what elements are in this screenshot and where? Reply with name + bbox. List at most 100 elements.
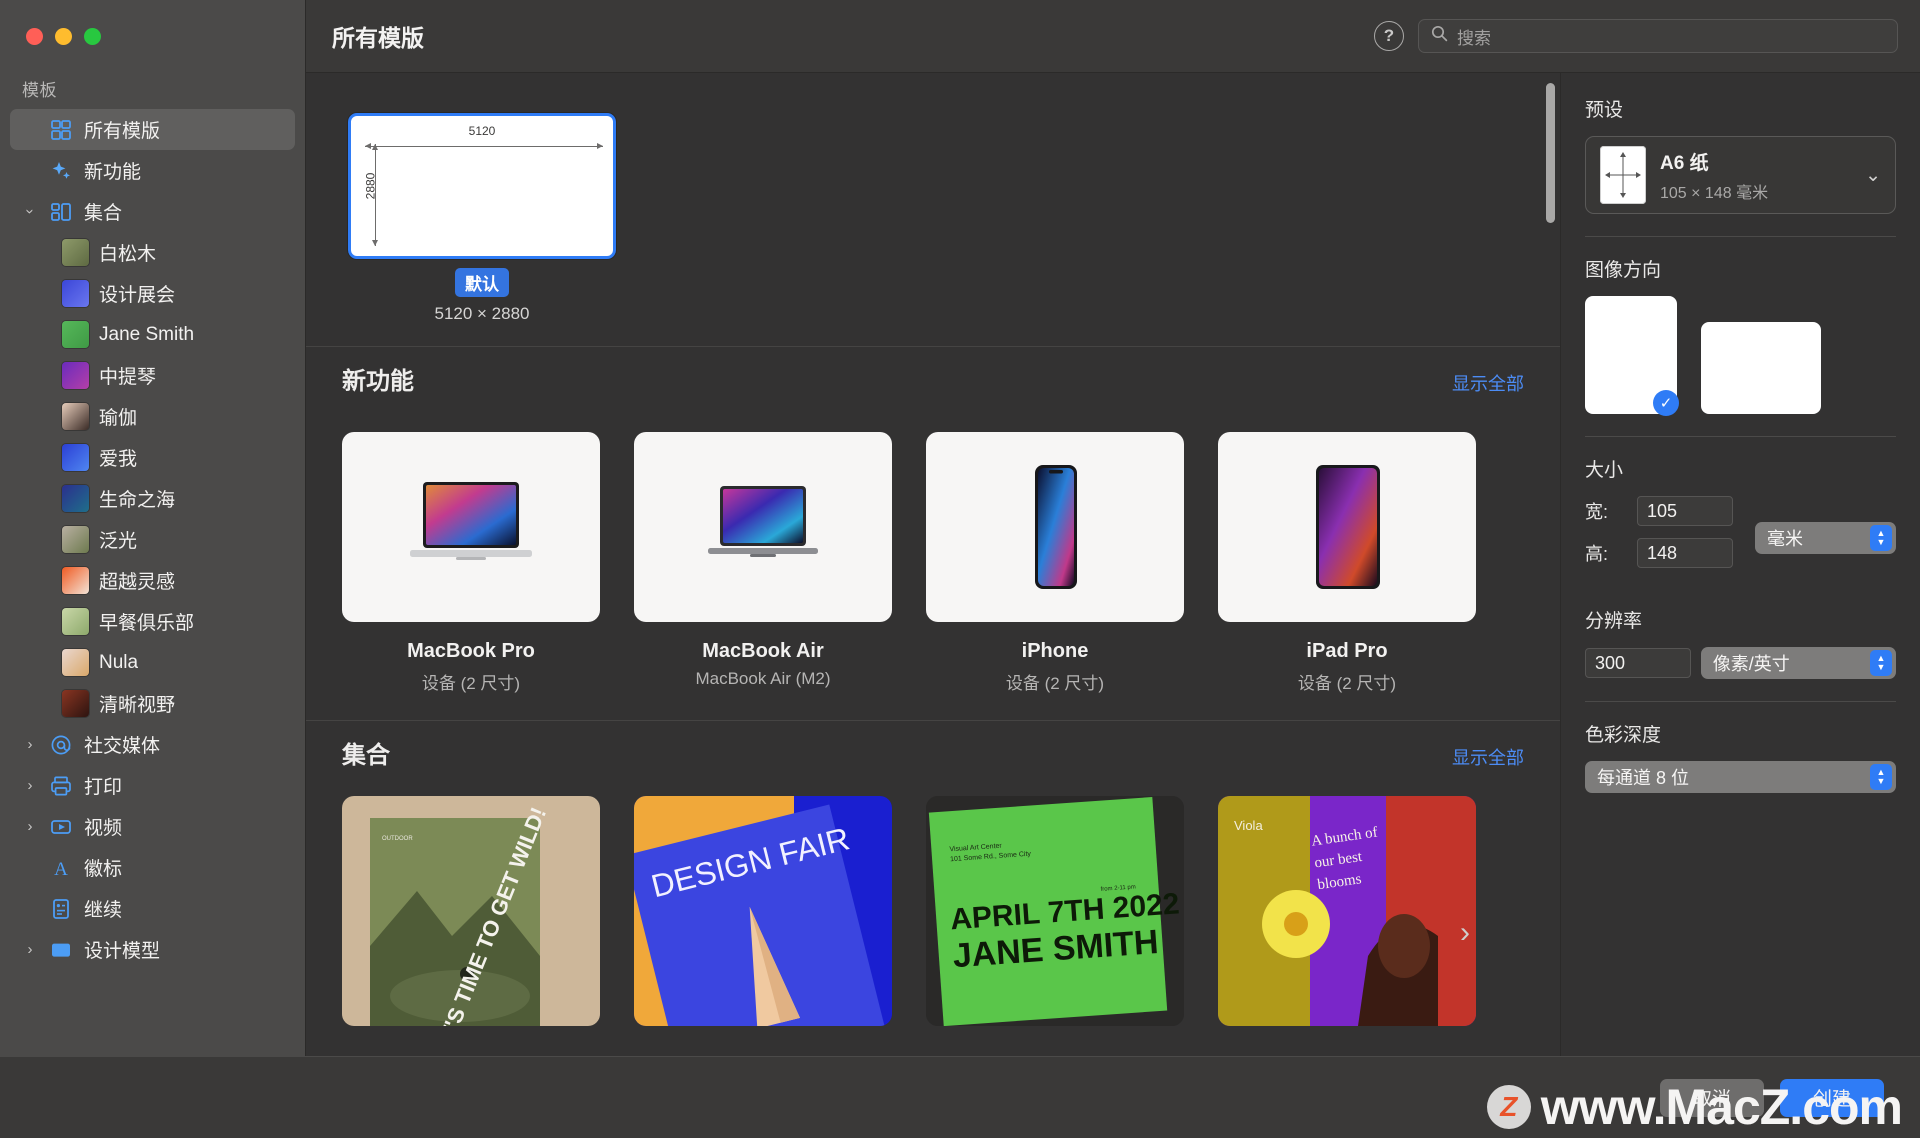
preset-selector[interactable]: A6 纸 105 × 148 毫米 ⌄ (1585, 136, 1896, 214)
orientation-portrait[interactable]: ✓ (1585, 296, 1679, 416)
stepper-icon[interactable]: ▲ ▼ (1870, 525, 1892, 551)
sidebar-item-11[interactable]: ›超越灵感 (10, 560, 295, 601)
chevron-right-icon[interactable]: › (1460, 916, 1470, 950)
sidebar-item-3[interactable]: ›白松木 (10, 232, 295, 273)
search-field[interactable]: 搜索 (1418, 19, 1898, 53)
section-header-new: 新功能 显示全部 (306, 346, 1560, 396)
collection-card[interactable]: Viola A bunch of our best blooms › (1218, 796, 1476, 1026)
show-all-link[interactable]: 显示全部 (1452, 370, 1524, 396)
size-label: 大小 (1585, 460, 1624, 481)
paper-size-icon (1600, 146, 1646, 204)
sidebar-item-1[interactable]: ›新功能 (10, 150, 295, 191)
collection-card[interactable]: OUTDOOR IT'S TIME TO GET WILD! (342, 796, 600, 1026)
card-subtitle: 设备 (2 尺寸) (421, 674, 521, 693)
watermark-logo-icon: Z (1486, 1085, 1531, 1129)
main-area: 所有模版 ? 搜索 5120 2880 默认 5120 × 2880 新功能 显… (306, 0, 1920, 1056)
template-card[interactable]: MacBook Air MacBook Air (M2) (634, 432, 892, 694)
card-thumbnail (926, 432, 1184, 622)
chevron-right-icon[interactable]: › (22, 818, 38, 835)
template-card[interactable]: MacBook Pro 设备 (2 尺寸) (342, 432, 600, 694)
color-depth-value: 每通道 8 位 (1597, 768, 1690, 788)
size-fields: 宽: 105 高: 148 毫米 ▲ ▼ (1585, 496, 1896, 580)
gallery-scroll[interactable]: 5120 2880 默认 5120 × 2880 新功能 显示全部 MacBoo… (306, 73, 1560, 1056)
sidebar-item-14[interactable]: ›清晰视野 (10, 683, 295, 724)
minimize-button[interactable] (55, 27, 72, 45)
sidebar-item-label: 中提琴 (99, 367, 157, 388)
sidebar-item-15[interactable]: › 社交媒体 (10, 724, 295, 765)
stepper-icon[interactable]: ▲ ▼ (1870, 650, 1892, 676)
sidebar-item-label: 早餐俱乐部 (99, 613, 195, 634)
divider (1585, 701, 1896, 702)
collection-card[interactable]: Visual Art Center 101 Some Rd., Some Cit… (926, 796, 1184, 1026)
section-title: 集合 (342, 742, 390, 769)
sidebar-item-17[interactable]: › 视频 (10, 806, 295, 847)
template-card[interactable]: iPad Pro 设备 (2 尺寸) (1218, 432, 1476, 694)
resolution-unit-value: 像素/英寸 (1712, 654, 1790, 674)
sidebar-item-5[interactable]: ›Jane Smith (10, 314, 295, 355)
sidebar-item-18[interactable]: ›A徽标 (10, 847, 295, 888)
default-canvas-item[interactable]: 5120 2880 默认 5120 × 2880 (348, 113, 616, 324)
chevron-right-icon[interactable]: › (22, 777, 38, 794)
orientation-label: 图像方向 (1585, 260, 1662, 281)
close-button[interactable] (26, 27, 43, 45)
sidebar-item-0[interactable]: ›所有模版 (10, 109, 295, 150)
rectangle-icon (48, 937, 74, 963)
sidebar-item-label: 爱我 (99, 449, 138, 470)
height-row: 高: 148 (1585, 538, 1733, 568)
default-canvas-section: 5120 2880 默认 5120 × 2880 (306, 73, 1560, 346)
sidebar-item-8[interactable]: ›爱我 (10, 437, 295, 478)
resolution-input[interactable]: 300 (1585, 648, 1691, 678)
divider (1585, 236, 1896, 237)
vertical-scrollbar[interactable] (1546, 83, 1555, 223)
sidebar-item-label: 泛光 (99, 531, 138, 552)
sidebar-item-label: 清晰视野 (99, 695, 176, 716)
sidebar-list[interactable]: 模板 ›所有模版›新功能›集合›白松木›设计展会›Jane Smith›中提琴›… (0, 72, 305, 1056)
show-all-link[interactable]: 显示全部 (1452, 744, 1524, 770)
sidebar-item-2[interactable]: › 集合 (10, 191, 295, 232)
template-card[interactable]: iPhone 设备 (2 尺寸) (926, 432, 1184, 694)
unit-select[interactable]: 毫米 ▲ ▼ (1755, 522, 1896, 554)
collection-thumbnail (62, 239, 89, 266)
orientation-landscape[interactable] (1701, 322, 1821, 414)
chevron-down-icon[interactable]: ⌄ (1865, 164, 1881, 187)
width-label: 宽: (1585, 502, 1609, 522)
sidebar-item-10[interactable]: ›泛光 (10, 519, 295, 560)
svg-text:OUTDOOR: OUTDOOR (382, 836, 413, 842)
sidebar-item-19[interactable]: ›继续 (10, 888, 295, 929)
sidebar-item-16[interactable]: › 打印 (10, 765, 295, 806)
chevron-right-icon[interactable]: › (22, 941, 38, 958)
chevron-down-icon[interactable]: › (22, 204, 39, 220)
grid-icon (48, 117, 74, 143)
resolution-unit-select[interactable]: 像素/英寸 ▲ ▼ (1700, 647, 1896, 679)
cancel-button[interactable]: 取消 (1660, 1078, 1764, 1117)
chevron-right-icon[interactable]: › (22, 736, 38, 753)
jane-smith-poster-art: Visual Art Center 101 Some Rd., Some Cit… (926, 796, 1184, 1026)
card-title: iPad Pro (1306, 640, 1388, 662)
color-depth-select[interactable]: 每通道 8 位 ▲ ▼ (1585, 761, 1896, 793)
sidebar-item-label: 设计模型 (84, 941, 161, 962)
collection-card[interactable]: DESIGN FAIR (634, 796, 892, 1026)
sidebar-item-12[interactable]: ›早餐俱乐部 (10, 601, 295, 642)
sidebar-item-7[interactable]: ›瑜伽 (10, 396, 295, 437)
typography-icon: A (48, 855, 74, 881)
sidebar-item-13[interactable]: ›Nula (10, 642, 295, 683)
design-fair-poster-art: DESIGN FAIR (634, 796, 892, 1026)
sidebar-item-20[interactable]: › 设计模型 (10, 929, 295, 970)
sidebar-item-label: 生命之海 (99, 490, 176, 511)
height-input[interactable]: 148 (1637, 538, 1733, 568)
width-arrow-icon (365, 143, 603, 149)
zoom-button[interactable] (84, 27, 101, 45)
template-gallery: 5120 2880 默认 5120 × 2880 新功能 显示全部 MacBoo… (306, 72, 1560, 1056)
create-button[interactable]: 创建 (1780, 1078, 1884, 1117)
page-title: 所有模版 (332, 25, 424, 51)
collection-thumbnail (62, 321, 89, 348)
sidebar-item-6[interactable]: ›中提琴 (10, 355, 295, 396)
sidebar-item-4[interactable]: ›设计展会 (10, 273, 295, 314)
canvas-preview[interactable]: 5120 2880 (348, 113, 616, 259)
help-icon[interactable]: ? (1374, 21, 1404, 51)
sidebar-item-label: Nula (99, 651, 139, 673)
sidebar-item-9[interactable]: ›生命之海 (10, 478, 295, 519)
width-input[interactable]: 105 (1637, 496, 1733, 526)
stepper-icon[interactable]: ▲ ▼ (1870, 764, 1892, 790)
toolbar: 所有模版 ? 搜索 (306, 0, 1920, 72)
